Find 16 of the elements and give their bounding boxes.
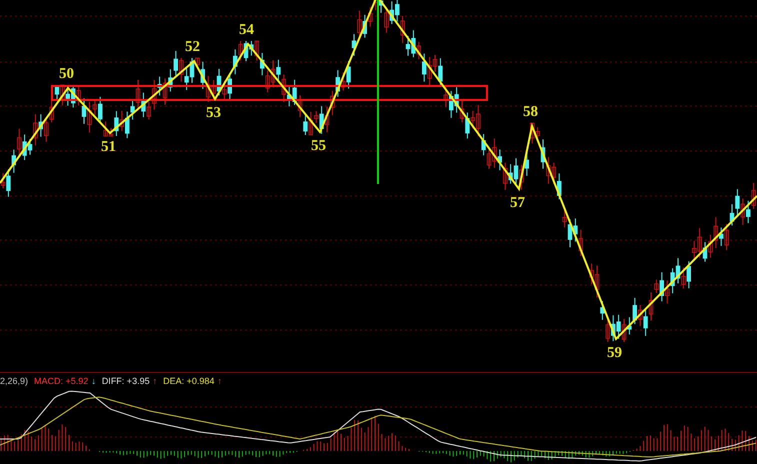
trend-arrow: ↑ [152,376,158,386]
wave-peak-label: 58 [523,104,538,120]
diff-value: DIFF: +3.95 [102,376,150,386]
trend-arrow: ↓ [91,376,96,386]
wave-trough-label: 53 [206,105,221,121]
wave-peak-label: 50 [59,66,74,82]
dea-value: DEA: +0.984 [163,376,214,386]
macd-value: MACD: +5.92 [34,376,88,386]
wave-trough-label: 57 [510,195,525,211]
wave-trough-label: 51 [101,139,116,155]
wave-trough-label: 55 [311,138,326,154]
wave-peak-label: 52 [185,39,200,55]
wave-trough-label: 59 [607,345,622,361]
trend-arrow: ↑ [217,376,222,386]
wave-peak-label: 54 [239,22,254,38]
macd-params-label: 2,26,9) [0,376,28,386]
